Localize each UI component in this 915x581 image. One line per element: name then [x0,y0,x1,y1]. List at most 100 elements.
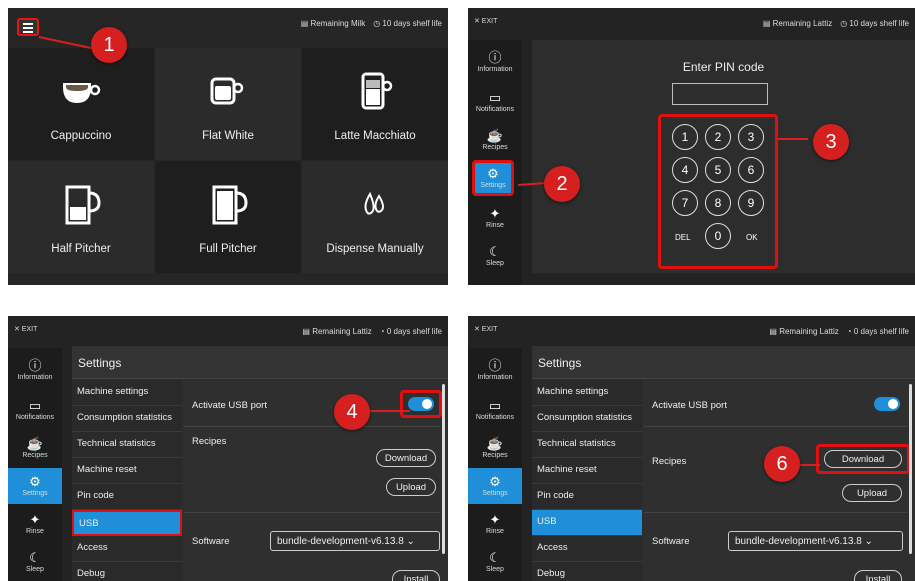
sidebar-label: Settings [22,490,48,497]
pin-input[interactable] [672,83,768,105]
tile-latte-macchiato[interactable]: Latte Macchiato [302,48,448,160]
shelf-life-status: ◷ 10 days shelf life [373,19,442,28]
divider [184,426,440,427]
menu-item-access[interactable]: Access [532,536,642,562]
gears-icon: ⚙ [487,166,499,181]
info-icon: ⓘ [28,358,42,373]
menu-item-consumption-statistics[interactable]: Consumption statistics [532,406,642,432]
sidebar-item-notifications[interactable]: ▭ Notifications [468,84,522,120]
exit-button[interactable]: ✕ EXIT [474,325,497,333]
usb-toggle[interactable] [408,397,434,411]
menu-item-access[interactable]: Access [72,536,182,562]
message-icon: ▭ [28,398,42,413]
sidebar-item-rinse[interactable]: ✦ Rinse [8,506,62,542]
divider [184,512,440,513]
menu-item-pin-code[interactable]: Pin code [72,484,182,510]
tile-cappuccino[interactable]: Cappuccino [8,48,154,160]
shelf-life-status: ◷ 10 days shelf life [840,19,909,28]
sidebar-item-recipes[interactable]: ☕ Recipes [468,430,522,466]
sidebar-item-notifications[interactable]: ▭ Notifications [8,392,62,428]
menu-icon [23,23,33,25]
divider [644,512,907,513]
pin-area: Enter PIN code 1 2 3 4 5 6 7 8 9 DEL 0 O… [532,40,915,273]
key-7[interactable]: 7 [672,190,698,216]
install-button[interactable]: Install [392,570,440,581]
shelf-life-status: ◔ 0 days shelf life [846,327,909,336]
key-0[interactable]: 0 [705,223,731,249]
sidebar-label: Rinse [486,528,504,535]
sidebar-item-sleep[interactable]: ☾ Sleep [468,544,522,580]
key-1[interactable]: 1 [672,124,698,150]
page-title: Settings [78,356,122,370]
install-button[interactable]: Install [854,570,902,581]
download-button[interactable]: Download [824,450,902,468]
software-select[interactable]: bundle-development-v6.13.8 ⌄ [728,531,903,551]
menu-item-machine-reset[interactable]: Machine reset [72,458,182,484]
tile-full-pitcher[interactable]: Full Pitcher [155,161,301,273]
tile-flat-white[interactable]: Flat White [155,48,301,160]
chevron-down-icon: ⌄ [406,536,415,547]
menu-item-machine-settings[interactable]: Machine settings [532,380,642,406]
sidebar-item-rinse[interactable]: ✦ Rinse [468,506,522,542]
menu-item-machine-reset[interactable]: Machine reset [532,458,642,484]
key-2[interactable]: 2 [705,124,731,150]
key-5[interactable]: 5 [705,157,731,183]
menu-item-machine-settings[interactable]: Machine settings [72,380,182,406]
exit-button[interactable]: ✕ EXIT [474,17,497,25]
settings-menu: Machine settings Consumption statistics … [532,380,642,581]
key-9[interactable]: 9 [738,190,764,216]
menu-item-technical-statistics[interactable]: Technical statistics [72,432,182,458]
menu-item-usb[interactable]: USB [532,510,642,536]
tile-label: Cappuccino [50,130,112,142]
menu-item-pin-code[interactable]: Pin code [532,484,642,510]
moon-icon: ☾ [489,550,501,565]
scrollbar[interactable] [442,384,445,554]
sidebar-item-notifications[interactable]: ▭ Notifications [468,392,522,428]
key-6[interactable]: 6 [738,157,764,183]
menu-item-debug[interactable]: Debug [72,562,182,581]
tile-label: Dispense Manually [326,243,424,255]
remaining-status: ▤ Remaining Milk [300,19,366,28]
menu-item-debug[interactable]: Debug [532,562,642,581]
sidebar-item-information[interactable]: ⓘ Information [8,352,62,388]
sidebar-item-sleep[interactable]: ☾ Sleep [468,238,522,274]
key-8[interactable]: 8 [705,190,731,216]
sidebar-item-rinse[interactable]: ✦ Rinse [468,200,522,236]
sidebar-label: Recipes [22,452,48,459]
sidebar-label: Settings [480,182,506,189]
settings-header: Settings [72,346,448,379]
sidebar-item-sleep[interactable]: ☾ Sleep [8,544,62,580]
sidebar-item-settings[interactable]: ⚙ Settings [8,468,62,504]
sidebar-label: Information [17,374,53,381]
flat-white-cup-icon [198,72,258,112]
tile-dispense-manually[interactable]: Dispense Manually [302,161,448,273]
key-3[interactable]: 3 [738,124,764,150]
pin-title: Enter PIN code [682,60,765,74]
sidebar-label: Recipes [482,452,508,459]
scrollbar[interactable] [909,384,912,554]
menu-item-usb[interactable]: USB [72,510,182,536]
sidebar-item-settings[interactable]: ⚙ Settings [472,160,514,196]
page-title: Settings [538,356,582,370]
download-button[interactable]: Download [376,449,436,467]
upload-button[interactable]: Upload [842,484,902,502]
sidebar-item-recipes[interactable]: ☕ Recipes [468,122,522,158]
menu-item-technical-statistics[interactable]: Technical statistics [532,432,642,458]
key-del[interactable]: DEL [675,233,691,242]
exit-button[interactable]: ✕ EXIT [14,325,37,333]
usb-toggle[interactable] [874,397,900,411]
upload-button[interactable]: Upload [386,478,436,496]
hamburger-menu-button[interactable] [17,18,39,36]
step-badge-4: 4 [334,394,370,430]
key-4[interactable]: 4 [672,157,698,183]
software-select[interactable]: bundle-development-v6.13.8 ⌄ [270,531,440,551]
tile-half-pitcher[interactable]: Half Pitcher [8,161,154,273]
half-pitcher-icon [51,185,111,225]
key-ok[interactable]: OK [746,233,758,242]
menu-icon-bar [23,27,33,29]
menu-item-consumption-statistics[interactable]: Consumption statistics [72,406,182,432]
sidebar-item-information[interactable]: ⓘ Information [468,352,522,388]
sidebar-item-settings[interactable]: ⚙ Settings [468,468,522,504]
sidebar-item-recipes[interactable]: ☕ Recipes [8,430,62,466]
sidebar-item-information[interactable]: ⓘ Information [468,44,522,80]
